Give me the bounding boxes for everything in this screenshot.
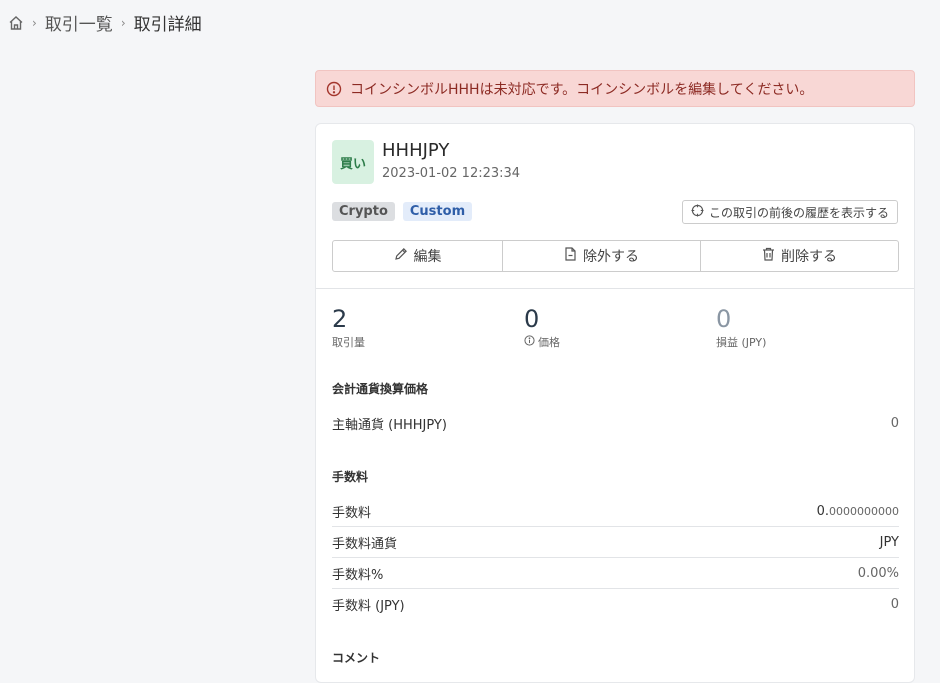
edit-button[interactable]: 編集 — [333, 241, 503, 271]
fee-percent-value: 0.00% — [857, 565, 899, 581]
fee-jpy-row: 手数料 (JPY) 0 — [332, 589, 899, 620]
fee-value-main: 0. — [816, 503, 829, 519]
stat-price-value: 0 — [524, 305, 540, 333]
fee-jpy-label: 手数料 (JPY) — [332, 599, 405, 614]
conversion-label: 主軸通貨 (HHHJPY) — [332, 418, 447, 433]
stat-pnl-label: 損益 (JPY) — [716, 336, 767, 349]
fee-percent-label: 手数料% — [332, 567, 384, 583]
fee-currency-value: JPY — [879, 534, 899, 550]
trash-icon — [762, 247, 775, 265]
conversion-section-title: 会計通貨換算価格 — [332, 382, 429, 396]
fees-section-title: 手数料 — [332, 470, 369, 484]
fee-currency-label: 手数料通貨 — [332, 536, 398, 552]
exclude-label: 除外する — [583, 249, 639, 265]
stat-pnl-value: 0 — [716, 305, 732, 333]
breadcrumb-trade-list-link[interactable]: 取引一覧 — [45, 10, 113, 35]
side-badge: 買い — [332, 140, 374, 184]
fee-currency-row: 手数料通貨 JPY — [332, 527, 899, 558]
show-history-label: この取引の前後の履歴を表示する — [708, 205, 889, 220]
fee-label: 手数料 — [332, 505, 372, 521]
alert-circle-icon — [326, 81, 342, 97]
breadcrumb: › 取引一覧 › 取引詳細 — [8, 10, 202, 35]
tag-crypto: Crypto — [332, 202, 395, 221]
tag-list: Crypto Custom — [332, 202, 473, 221]
stat-price-label: 価格 — [538, 336, 560, 349]
divider — [316, 288, 914, 289]
conversion-value: 0 — [890, 416, 899, 431]
tag-custom: Custom — [402, 202, 473, 221]
trade-symbol: HHHJPY — [382, 140, 450, 161]
stat-price: 0 価格 — [524, 304, 560, 350]
trade-datetime: 2023-01-02 12:23:34 — [382, 166, 521, 181]
exclude-button[interactable]: 除外する — [503, 241, 701, 271]
breadcrumb-current: 取引詳細 — [133, 15, 202, 35]
alert-message: コインシンボルHHHは未対応です。コインシンボルを編集してください。 — [350, 81, 814, 98]
file-minus-icon — [564, 247, 577, 265]
fee-percent-row: 手数料% 0.00% — [332, 558, 899, 589]
stat-quantity-value: 2 — [332, 305, 348, 333]
fee-value-decimals: 0000000000 — [829, 504, 899, 518]
stat-pnl: 0 損益 (JPY) — [716, 304, 766, 350]
crosshair-icon — [691, 204, 704, 220]
fee-row: 手数料 0.0000000000 — [332, 496, 899, 527]
error-alert: コインシンボルHHHは未対応です。コインシンボルを編集してください。 — [315, 70, 915, 107]
breadcrumb-separator: › — [120, 15, 126, 30]
action-button-group: 編集 除外する 削除する — [332, 240, 899, 272]
breadcrumb-separator: › — [32, 15, 37, 30]
delete-label: 削除する — [781, 249, 837, 265]
conversion-row: 主軸通貨 (HHHJPY) 0 — [332, 408, 899, 439]
delete-button[interactable]: 削除する — [701, 241, 898, 271]
pencil-icon — [394, 247, 408, 265]
info-icon[interactable] — [524, 335, 535, 349]
fee-value: 0.0000000000 — [817, 504, 899, 519]
stat-quantity: 2 取引量 — [332, 304, 365, 350]
show-history-button[interactable]: この取引の前後の履歴を表示する — [681, 200, 898, 224]
fee-jpy-value: 0 — [890, 597, 899, 612]
trade-detail-card: 買い HHHJPY 2023-01-02 12:23:34 Crypto Cus… — [315, 123, 915, 683]
edit-label: 編集 — [413, 249, 442, 265]
home-icon[interactable] — [8, 15, 24, 31]
stat-quantity-label: 取引量 — [332, 336, 365, 349]
